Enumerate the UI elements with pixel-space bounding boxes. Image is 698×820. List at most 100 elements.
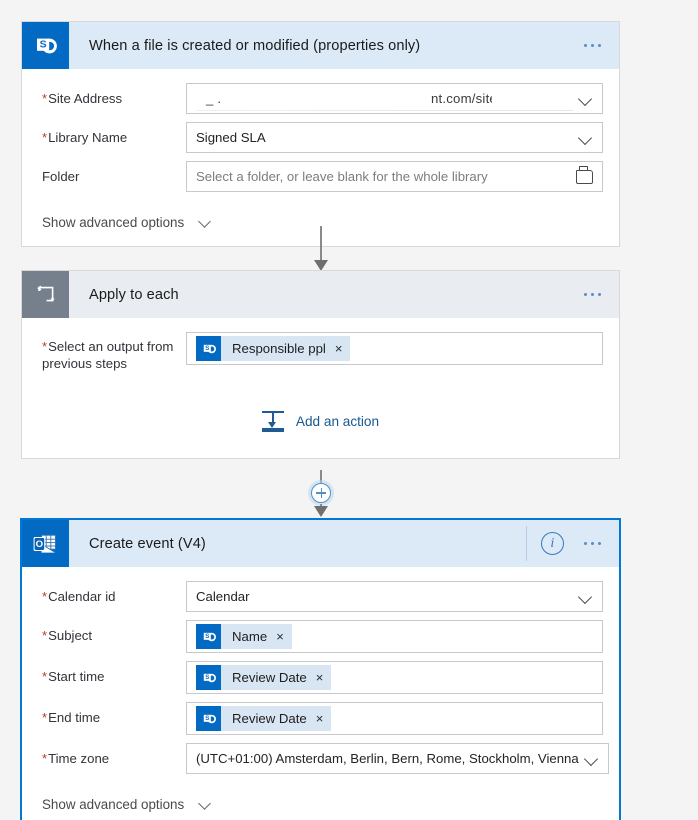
apply-to-each-card-title: Apply to each bbox=[89, 286, 179, 303]
library-name-value: Signed SLA bbox=[196, 130, 266, 145]
loop-icon bbox=[22, 271, 69, 318]
site-address-row: *Site Address _ . nt.com/sites/ bbox=[42, 83, 603, 114]
sharepoint-icon: S bbox=[196, 706, 221, 731]
time-zone-field[interactable]: (UTC+01:00) Amsterdam, Berlin, Bern, Rom… bbox=[186, 743, 609, 774]
insert-action-icon bbox=[261, 410, 284, 432]
trigger-card-header[interactable]: S When a file is created or modified (pr… bbox=[22, 22, 619, 69]
token-chip[interactable]: S Name × bbox=[196, 624, 292, 649]
sharepoint-icon: S bbox=[22, 22, 69, 69]
token-label: Name bbox=[232, 629, 268, 644]
end-time-field[interactable]: S Review Date × bbox=[186, 702, 603, 735]
token-label: Responsible ppl bbox=[232, 341, 326, 356]
sharepoint-icon: S bbox=[196, 336, 221, 361]
select-output-row: *Select an output from previous steps S bbox=[42, 332, 603, 372]
folder-placeholder: Select a folder, or leave blank for the … bbox=[196, 169, 488, 184]
start-time-row: *Start time S Review Date × bbox=[42, 661, 603, 694]
folder-field[interactable]: Select a folder, or leave blank for the … bbox=[186, 161, 603, 192]
time-zone-value: (UTC+01:00) Amsterdam, Berlin, Bern, Rom… bbox=[196, 751, 579, 766]
sharepoint-icon: S bbox=[196, 624, 221, 649]
calendar-id-row: *Calendar id Calendar bbox=[42, 581, 603, 612]
chevron-down-icon bbox=[200, 798, 214, 811]
folder-label: Folder bbox=[42, 169, 80, 184]
create-event-ellipsis-icon[interactable] bbox=[580, 532, 605, 555]
redaction-block bbox=[492, 85, 552, 112]
connector-arrowhead bbox=[313, 506, 328, 517]
connector-line bbox=[320, 470, 322, 484]
chevron-down-icon[interactable] bbox=[579, 131, 593, 145]
add-an-action-button[interactable]: Add an action bbox=[22, 380, 619, 458]
chevron-down-icon[interactable] bbox=[579, 92, 593, 106]
create-event-card-body: *Calendar id Calendar *Subject S Name × … bbox=[22, 567, 619, 774]
token-chip[interactable]: S Responsible ppl × bbox=[196, 336, 351, 361]
subject-row: *Subject S Name × bbox=[42, 620, 603, 653]
svg-text:O: O bbox=[36, 539, 44, 550]
folder-row: Folder Select a folder, or leave blank f… bbox=[42, 161, 603, 192]
token-remove-icon[interactable]: × bbox=[274, 630, 286, 643]
trigger-card-body: *Site Address _ . nt.com/sites/ *Library… bbox=[22, 69, 619, 192]
trigger-card[interactable]: S When a file is created or modified (pr… bbox=[21, 21, 620, 247]
add-an-action-label: Add an action bbox=[295, 413, 380, 429]
required-asterisk: * bbox=[42, 710, 48, 725]
time-zone-row: *Time zone (UTC+01:00) Amsterdam, Berlin… bbox=[42, 743, 609, 774]
required-asterisk: * bbox=[42, 751, 48, 766]
create-event-card[interactable]: O Create event (V4) i *Calendar id Calen… bbox=[20, 518, 621, 820]
start-time-field[interactable]: S Review Date × bbox=[186, 661, 603, 694]
start-time-label: *Start time bbox=[42, 669, 105, 684]
create-event-show-advanced-options[interactable]: Show advanced options bbox=[22, 782, 619, 820]
subject-label: *Subject bbox=[42, 628, 93, 643]
svg-text:S: S bbox=[205, 674, 209, 681]
token-chip[interactable]: S Review Date × bbox=[196, 706, 332, 731]
select-output-field[interactable]: S Responsible ppl × bbox=[186, 332, 603, 365]
subject-field[interactable]: S Name × bbox=[186, 620, 603, 653]
svg-text:S: S bbox=[205, 345, 209, 352]
required-asterisk: * bbox=[42, 130, 48, 145]
create-event-card-header[interactable]: O Create event (V4) i bbox=[22, 520, 619, 567]
chevron-down-icon[interactable] bbox=[579, 590, 593, 604]
site-address-underline bbox=[196, 110, 573, 111]
svg-text:S: S bbox=[205, 633, 209, 640]
required-asterisk: * bbox=[42, 628, 48, 643]
calendar-id-value: Calendar bbox=[196, 589, 250, 604]
token-label: Review Date bbox=[232, 670, 307, 685]
token-remove-icon[interactable]: × bbox=[314, 671, 326, 684]
required-asterisk: * bbox=[42, 91, 48, 106]
insert-new-step-button[interactable] bbox=[311, 483, 331, 503]
create-event-show-advanced-options-label: Show advanced options bbox=[42, 797, 185, 812]
folder-icon[interactable] bbox=[576, 166, 593, 184]
token-chip[interactable]: S Review Date × bbox=[196, 665, 332, 690]
library-name-row: *Library Name Signed SLA bbox=[42, 122, 603, 153]
time-zone-label: *Time zone bbox=[42, 751, 110, 766]
calendar-id-field[interactable]: Calendar bbox=[186, 581, 603, 612]
token-remove-icon[interactable]: × bbox=[314, 712, 326, 725]
site-address-value-wrap: _ . nt.com/sites/ bbox=[196, 84, 573, 113]
select-output-label: *Select an output from previous steps bbox=[42, 339, 174, 371]
redaction-block bbox=[196, 85, 204, 112]
trigger-show-advanced-options-label: Show advanced options bbox=[42, 215, 185, 230]
trigger-card-title: When a file is created or modified (prop… bbox=[89, 37, 421, 54]
apply-to-each-card[interactable]: Apply to each *Select an output from pre… bbox=[21, 270, 620, 459]
end-time-row: *End time S Review Date × bbox=[42, 702, 603, 735]
outlook-calendar-icon: O bbox=[22, 520, 69, 567]
site-address-label: *Site Address bbox=[42, 91, 123, 106]
site-address-value-left: _ . bbox=[206, 91, 222, 106]
library-name-field[interactable]: Signed SLA bbox=[186, 122, 603, 153]
apply-to-each-ellipsis-icon[interactable] bbox=[580, 283, 605, 306]
create-event-card-title: Create event (V4) bbox=[89, 535, 206, 552]
token-label: Review Date bbox=[232, 711, 307, 726]
site-address-field[interactable]: _ . nt.com/sites/ bbox=[186, 83, 603, 114]
connector-trigger-to-loop bbox=[311, 226, 331, 274]
info-icon[interactable]: i bbox=[540, 532, 564, 555]
apply-to-each-card-header[interactable]: Apply to each bbox=[22, 271, 619, 318]
chevron-down-icon[interactable] bbox=[585, 752, 599, 766]
calendar-id-label: *Calendar id bbox=[42, 589, 116, 604]
required-asterisk: * bbox=[42, 589, 48, 604]
library-name-label: *Library Name bbox=[42, 130, 128, 145]
trigger-ellipsis-icon[interactable] bbox=[580, 34, 605, 57]
connector-loop-to-event bbox=[311, 470, 331, 520]
svg-text:S: S bbox=[205, 715, 209, 722]
flow-designer-canvas: S When a file is created or modified (pr… bbox=[0, 0, 698, 820]
end-time-label: *End time bbox=[42, 710, 101, 725]
chevron-down-icon bbox=[200, 216, 214, 229]
redaction-block bbox=[226, 85, 426, 112]
token-remove-icon[interactable]: × bbox=[333, 342, 345, 355]
